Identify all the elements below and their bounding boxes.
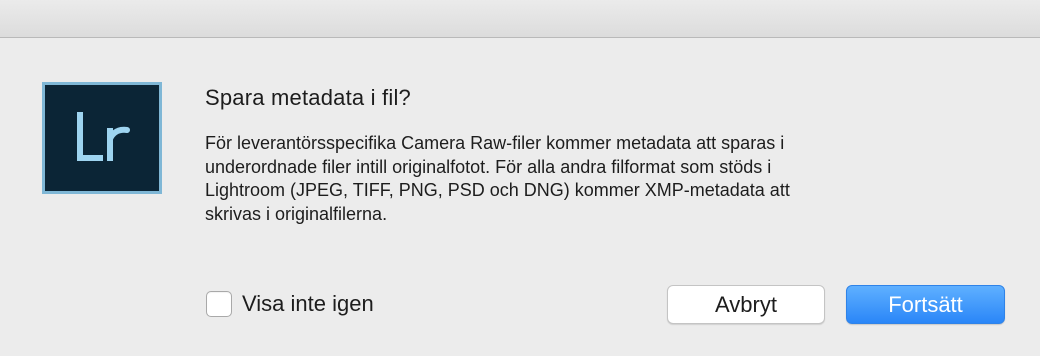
dialog-title: Spara metadata i fil? — [205, 85, 411, 110]
dont-show-again-checkbox[interactable] — [206, 291, 232, 317]
message-line: För leverantörsspecifika Camera Raw-file… — [205, 133, 785, 153]
message-line: skrivas i originalfilerna. — [205, 203, 388, 224]
window-titlebar — [0, 0, 1040, 38]
message-line: Lightroom (JPEG, TIFF, PNG, PSD och DNG)… — [205, 180, 790, 200]
message-line: underordnade filer intill originalfotot.… — [205, 156, 772, 177]
lightroom-app-icon — [42, 82, 162, 194]
lightroom-logo-glyph — [45, 85, 159, 191]
dont-show-again-label[interactable]: Visa inte igen — [242, 291, 374, 317]
dialog-message: För leverantörsspecifika Camera Raw-file… — [205, 132, 985, 226]
alert-dialog: Spara metadata i fil? För leverantörsspe… — [0, 38, 1040, 356]
continue-button[interactable]: Fortsätt — [846, 285, 1005, 324]
cancel-button[interactable]: Avbryt — [667, 285, 825, 324]
dont-show-again-option[interactable]: Visa inte igen — [206, 289, 374, 319]
